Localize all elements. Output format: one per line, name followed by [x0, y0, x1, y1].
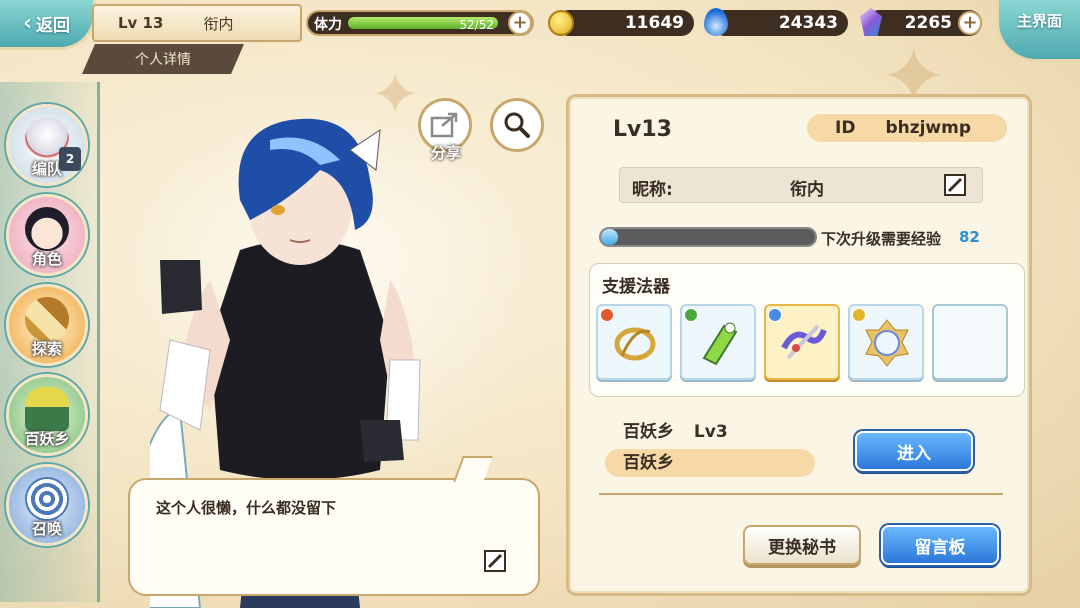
change-secretary-label: 更换秘书	[768, 537, 836, 558]
village-title-text: 百妖乡	[623, 422, 674, 442]
village-level: Lv3	[693, 422, 728, 442]
message-board-label: 留言板	[914, 537, 966, 558]
share-icon	[430, 112, 458, 138]
blue-flame-icon	[704, 8, 728, 36]
artifact-slot-1[interactable]	[596, 304, 672, 380]
character-left-glove	[160, 260, 202, 314]
search-icon	[504, 112, 530, 138]
sidebar-item-label: 百妖乡	[24, 430, 70, 448]
sidebar-item-summon[interactable]: 召唤	[6, 464, 88, 546]
player-id-badge: ID bhzjwmp	[807, 114, 1007, 142]
character-portrait-icon	[25, 207, 69, 251]
sidebar-item-label: 角色	[31, 250, 62, 268]
nickname-field: 昵称: 衔内	[619, 167, 983, 203]
profile-level: Lv13	[613, 117, 672, 142]
exp-label: 下次升级需要经验	[821, 230, 942, 248]
profile-panel: Lv13 ID bhzjwmp 昵称: 衔内 下次升级需要经验 82 支援法器	[566, 94, 1032, 596]
stamina-label: 体力	[314, 17, 342, 33]
enter-village-button[interactable]: 进入	[855, 431, 973, 471]
sidebar-item-explore[interactable]: 探索	[6, 284, 88, 366]
village-title: 百妖乡 Lv3	[623, 417, 728, 442]
blue-dragon-artifact-icon	[781, 324, 827, 360]
back-button-label: 返回	[36, 16, 71, 36]
sidebar-item-team[interactable]: 2 编队	[6, 104, 88, 186]
green-bamboo-artifact-icon	[702, 322, 738, 366]
crystal-amount: 2265	[904, 13, 952, 33]
sidebar-item-characters[interactable]: 角色	[6, 194, 88, 276]
tab-personal-details-label: 个人详情	[135, 52, 191, 68]
edit-message-button[interactable]	[482, 548, 508, 574]
add-stamina-button[interactable]: +	[508, 11, 532, 35]
artifact-slot-3[interactable]	[764, 304, 840, 380]
exp-progress-bar	[599, 227, 817, 247]
sidebar-item-village[interactable]: 百妖乡	[6, 374, 88, 456]
main-menu-button[interactable]: 主界面	[996, 0, 1080, 62]
soul-fire-amount: 24343	[778, 13, 838, 33]
coin-icon	[548, 10, 574, 36]
player-id-value: bhzjwmp	[885, 118, 972, 138]
stamina-value: 52/52	[459, 18, 494, 32]
coin-amount: 11649	[624, 13, 684, 33]
profile-message-bubble	[128, 478, 540, 596]
character-eye	[271, 205, 285, 215]
summon-swirl-icon	[25, 477, 69, 521]
back-button[interactable]: ‹ 返回	[0, 0, 96, 50]
player-level: Lv 13	[118, 14, 164, 32]
coin-counter: 11649	[556, 10, 694, 36]
character-right-glove	[360, 420, 404, 462]
village-house-icon	[25, 387, 69, 431]
support-artifacts-title: 支援法器	[602, 277, 670, 297]
artifact-slot-4[interactable]	[848, 304, 924, 380]
panel-divider	[599, 493, 1003, 495]
add-crystal-button[interactable]: +	[958, 11, 982, 35]
village-name: 百妖乡	[623, 453, 674, 473]
explore-map-icon	[25, 297, 69, 341]
sidebar-item-label: 召唤	[31, 520, 62, 538]
message-board-button[interactable]: 留言板	[881, 525, 999, 565]
change-secretary-button[interactable]: 更换秘书	[743, 525, 861, 565]
crystal-orb-artifact-icon	[865, 319, 909, 367]
sidebar-item-label: 编队	[31, 160, 62, 178]
zoom-view-button[interactable]	[490, 98, 544, 152]
golden-ring-artifact-icon	[614, 327, 656, 361]
player-level-banner: Lv 13 衔内	[92, 4, 302, 42]
support-artifacts-section: 支援法器	[589, 263, 1025, 397]
artifact-slot-2[interactable]	[680, 304, 756, 380]
soul-fire-counter: 24343	[712, 10, 848, 36]
back-arrow-icon: ‹	[22, 11, 33, 36]
nickname-label: 昵称:	[632, 180, 673, 200]
stamina-meter: 体力 52/52	[306, 10, 534, 36]
exp-value: 82	[959, 228, 980, 246]
player-name: 衔内	[203, 14, 234, 33]
edit-pencil-icon	[484, 550, 506, 572]
village-name-badge: 百妖乡	[605, 449, 815, 477]
exp-progress-fill	[601, 229, 619, 245]
sidebar: 2 编队 角色 探索 百妖乡 召唤	[0, 82, 100, 602]
sidebar-item-label: 探索	[31, 340, 62, 358]
share-label: 分享	[430, 144, 461, 162]
nickname-value: 衔内	[790, 180, 824, 200]
edit-pencil-icon	[944, 174, 966, 196]
enter-village-label: 进入	[897, 443, 931, 464]
edit-nickname-button[interactable]	[942, 172, 968, 198]
tab-personal-details[interactable]: 个人详情	[82, 44, 244, 74]
main-menu-label: 主界面	[1016, 12, 1062, 30]
artifact-slot-empty[interactable]	[932, 304, 1008, 380]
profile-message-text: 这个人很懒，什么都没留下	[156, 499, 337, 517]
player-id-label: ID	[835, 118, 856, 138]
